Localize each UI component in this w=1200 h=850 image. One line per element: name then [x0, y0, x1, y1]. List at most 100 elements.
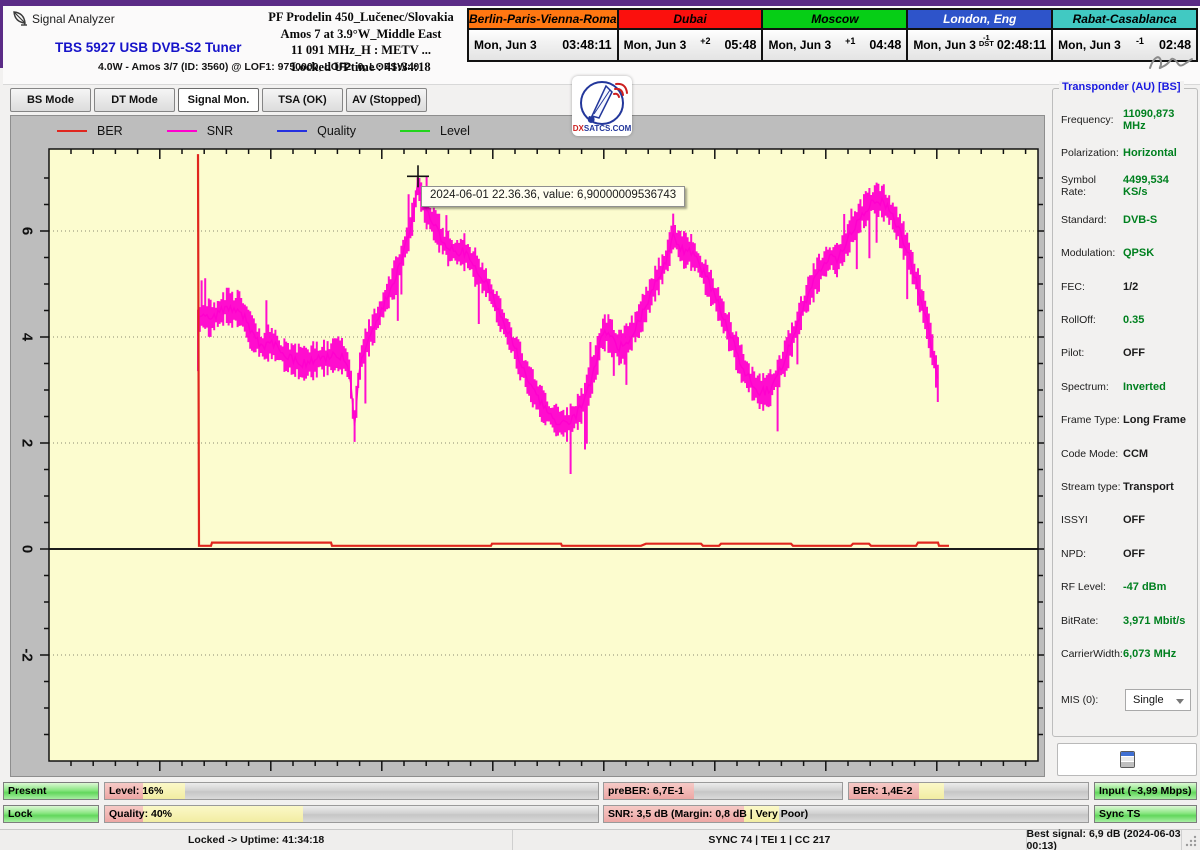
clock-time: 02:48:11 [997, 38, 1046, 52]
transponder-rows: Frequency:11090,873 MHz Polarization:Hor… [1061, 103, 1191, 671]
svg-text:2: 2 [19, 439, 36, 447]
svg-text:4: 4 [19, 333, 36, 342]
status-sync-counters: SYNC 74 | TEI 1 | CC 217 [513, 830, 1026, 850]
ber-line-swatch [57, 130, 87, 132]
clock-time: 05:48 [724, 38, 756, 52]
signature-scribble-icon [1148, 50, 1194, 79]
legend-snr: SNR [167, 124, 233, 138]
mis-label: MIS (0): [1061, 694, 1123, 706]
clock-date: Mon, Jun 3 [624, 38, 687, 52]
quality-gauge: Quality: 40% [104, 805, 599, 823]
window-left-accent [0, 6, 3, 68]
quality-line-swatch [277, 130, 307, 132]
logo-text-dx: DX [573, 124, 585, 133]
tp-row-code-mode: Code Mode:CCM [1061, 437, 1191, 470]
chevron-down-icon [1176, 699, 1184, 704]
tp-row-npd: NPD:OFF [1061, 537, 1191, 570]
svg-text:0: 0 [19, 545, 36, 553]
lock-indicator: Lock [3, 805, 99, 823]
tp-row-frame-type: Frame Type:Long Frame [1061, 404, 1191, 437]
logo-text-rest: SATCS.COM [584, 124, 632, 133]
site-line-3: 11 091 MHz_H : METV ... [250, 42, 472, 59]
site-line-2: Amos 7 at 3.9°W_Middle East [250, 26, 472, 43]
status-bar: Locked -> Uptime: 41:34:18 SYNC 74 | TEI… [0, 829, 1200, 850]
tp-row-carrier-width: CarrierWidth:6,073 MHz [1061, 637, 1191, 670]
level-line-swatch [400, 130, 430, 132]
site-line-1: PF Prodelin 450_Lučenec/Slovakia [250, 9, 472, 26]
clock-dubai: Dubai Mon, Jun 3 +2 05:48 [619, 10, 764, 60]
clock-utc-offset: +1 [831, 36, 869, 46]
mode-tabs: BS Mode DT Mode Signal Mon. TSA (OK) AV … [10, 88, 427, 112]
tp-row-pilot: Pilot:OFF [1061, 337, 1191, 370]
window-title: Signal Analyzer [32, 12, 115, 26]
tab-av[interactable]: AV (Stopped) [346, 88, 427, 112]
clock-moscow: Moscow Mon, Jun 3 +1 04:48 [763, 10, 908, 60]
clock-utc-offset: -1 [1121, 36, 1159, 46]
clock-utc-offset: +2 [686, 36, 724, 46]
resize-grip[interactable] [1182, 830, 1200, 850]
tab-dt-mode[interactable]: DT Mode [94, 88, 175, 112]
svg-text:6: 6 [19, 227, 36, 235]
tab-tsa[interactable]: TSA (OK) [262, 88, 343, 112]
clock-city: London, Eng [908, 10, 1051, 30]
tp-row-fec: FEC:1/2 [1061, 270, 1191, 303]
clock-city: Rabat-Casablanca [1053, 10, 1196, 30]
tp-row-standard: Standard:DVB-S [1061, 203, 1191, 236]
signal-chart-frame: 6 4 2 0 -2 BER SNR Quality Level [10, 115, 1045, 777]
world-clocks-panel: Berlin-Paris-Vienna-Roma Mon, Jun 3 03:4… [467, 8, 1198, 62]
tp-row-symbol-rate: Symbol Rate:4499,534 KS/s [1061, 170, 1191, 203]
preber-gauge: preBER: 6,7E-1 [603, 782, 843, 800]
status-best-signal: Best signal: 6,9 dB (2024-06-03 00:13) [1027, 830, 1182, 850]
snr-gauge: SNR: 3,5 dB (Margin: 0,8 dB | Very Poor) [603, 805, 1089, 823]
site-header: PF Prodelin 450_Lučenec/Slovakia Amos 7 … [250, 9, 472, 75]
chart-tooltip: 2024-06-01 22.36.36, value: 6,9000000953… [421, 186, 685, 207]
svg-text:-2: -2 [19, 648, 36, 661]
clock-london: London, Eng Mon, Jun 3 -1DST 02:48:11 [908, 10, 1053, 60]
tp-row-rf-level: RF Level:-47 dBm [1061, 570, 1191, 603]
satellite-dish-icon [12, 10, 29, 31]
clock-date: Mon, Jun 3 [768, 38, 831, 52]
input-indicator: Input (~3,99 Mbps) [1094, 782, 1197, 800]
clock-date: Mon, Jun 3 [1058, 38, 1121, 52]
tp-row-frequency: Frequency:11090,873 MHz [1061, 103, 1191, 136]
svg-text:DXSATCS.COM: DXSATCS.COM [573, 124, 632, 133]
clock-date: Mon, Jun 3 [913, 38, 976, 52]
clock-time: 03:48:11 [562, 38, 611, 52]
chart-legend: BER SNR Quality Level [57, 119, 470, 143]
tp-row-rolloff: RollOff:0.35 [1061, 303, 1191, 336]
sync-ts-indicator: Sync TS [1094, 805, 1197, 823]
tab-bs-mode[interactable]: BS Mode [10, 88, 91, 112]
mis-select[interactable]: Single [1125, 689, 1191, 711]
dxsatcs-logo: DXSATCS.COM [572, 76, 632, 136]
clock-city: Dubai [619, 10, 762, 30]
clock-time: 04:48 [869, 38, 901, 52]
stream-stack-icon [1120, 751, 1135, 768]
signal-chart[interactable]: 6 4 2 0 -2 [11, 116, 1044, 776]
legend-level: Level [400, 124, 470, 138]
clock-city: Moscow [763, 10, 906, 30]
tp-row-stream-type: Stream type:Transport [1061, 470, 1191, 503]
transponder-panel: Transponder (AU) [BS] Frequency:11090,87… [1052, 88, 1198, 737]
tp-row-spectrum: Spectrum:Inverted [1061, 370, 1191, 403]
tp-row-polarization: Polarization:Horizontal [1061, 136, 1191, 169]
tp-row-issyi: ISSYIOFF [1061, 504, 1191, 537]
transponder-panel-title: Transponder (AU) [BS] [1059, 81, 1184, 93]
site-line-4: Locked UPtime : 41:34:18 [250, 59, 472, 76]
present-indicator: Present [3, 782, 99, 800]
snr-line-swatch [167, 130, 197, 132]
legend-quality: Quality [277, 124, 356, 138]
tab-signal-mon[interactable]: Signal Mon. [178, 88, 259, 112]
tp-row-modulation: Modulation:QPSK [1061, 237, 1191, 270]
tp-row-bitrate: BitRate:3,971 Mbit/s [1061, 604, 1191, 637]
mis-row: MIS (0): Single [1061, 689, 1191, 711]
status-uptime: Locked -> Uptime: 41:34:18 [0, 830, 513, 850]
level-gauge: Level: 16% [104, 782, 599, 800]
ber-gauge: BER: 1,4E-2 [848, 782, 1089, 800]
clock-dst-badge: -1DST [979, 35, 994, 47]
clock-berlin: Berlin-Paris-Vienna-Roma Mon, Jun 3 03:4… [469, 10, 619, 60]
stream-list-button[interactable] [1057, 743, 1197, 776]
tuner-title: TBS 5927 USB DVB-S2 Tuner [55, 40, 242, 55]
legend-ber: BER [57, 124, 123, 138]
clock-city: Berlin-Paris-Vienna-Roma [469, 10, 617, 30]
clock-date: Mon, Jun 3 [474, 38, 537, 52]
